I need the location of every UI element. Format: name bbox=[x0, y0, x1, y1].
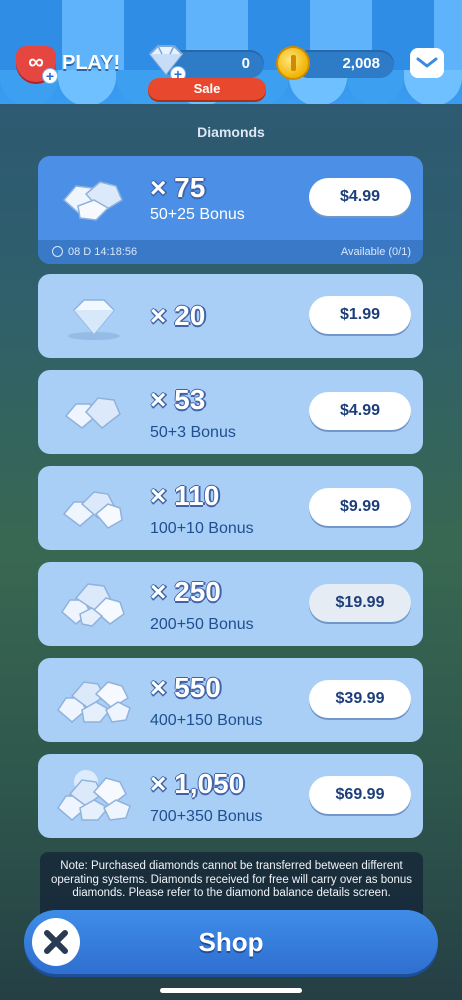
offer-bonus: 400+150 Bonus bbox=[150, 712, 263, 729]
shop-bar: Shop bbox=[24, 910, 438, 974]
offer-card[interactable]: × 20 $1.99 bbox=[38, 274, 423, 358]
offer-quantity: × 550 bbox=[150, 672, 221, 703]
diamond-pile-icon bbox=[62, 181, 123, 221]
diamond-pile-icon bbox=[64, 397, 121, 429]
envelope-icon bbox=[416, 57, 438, 68]
diamond-pile-icon bbox=[62, 491, 123, 529]
coin-balance: 2,008 bbox=[342, 55, 380, 72]
offer-quantity: × 20 bbox=[150, 300, 206, 331]
close-icon bbox=[44, 930, 68, 954]
offer-card[interactable]: × 1,050 700+350 Bonus $69.99 bbox=[38, 754, 423, 838]
coin-icon bbox=[276, 46, 310, 80]
offer-bonus: 50+25 Bonus bbox=[150, 206, 245, 223]
buy-button[interactable]: $39.99 bbox=[309, 680, 411, 718]
add-hearts-icon[interactable]: + bbox=[42, 68, 58, 84]
offer-quantity: × 1,050 bbox=[150, 768, 245, 799]
diamond-pile-icon bbox=[57, 770, 131, 821]
offer-card[interactable]: × 250 200+50 Bonus $19.99 bbox=[38, 562, 423, 646]
shop-title: Shop bbox=[198, 927, 264, 957]
close-button[interactable] bbox=[32, 918, 80, 966]
offer-timer: 08 D 14:18:56 bbox=[52, 246, 137, 258]
diamond-icon bbox=[68, 299, 120, 340]
offer-bonus: 100+10 Bonus bbox=[150, 520, 254, 537]
infinity-symbol: ∞ bbox=[28, 49, 44, 74]
offer-quantity: × 53 bbox=[150, 384, 206, 415]
sale-badge: Sale bbox=[148, 78, 266, 100]
buy-button[interactable]: $69.99 bbox=[309, 776, 411, 814]
timer-text: 08 D 14:18:56 bbox=[68, 246, 138, 258]
play-label: PLAY! bbox=[62, 52, 121, 74]
buy-button[interactable]: $1.99 bbox=[309, 296, 411, 334]
offer-card[interactable]: × 53 50+3 Bonus $4.99 bbox=[38, 370, 423, 454]
offer-quantity: × 110 bbox=[150, 480, 220, 511]
home-indicator[interactable] bbox=[160, 988, 302, 993]
offer-bonus: 50+3 Bonus bbox=[150, 424, 236, 441]
mail-button[interactable] bbox=[410, 48, 444, 78]
offer-quantity: × 75 bbox=[150, 172, 206, 203]
availability-text: Available (0/1) bbox=[340, 246, 411, 258]
buy-button[interactable]: $9.99 bbox=[309, 488, 411, 526]
heart-icon[interactable]: ∞ + bbox=[16, 46, 58, 84]
offer-quantity: × 250 bbox=[150, 576, 221, 607]
diamond-pile-icon bbox=[57, 681, 131, 723]
section-title: Diamonds bbox=[197, 124, 265, 140]
diamond-balance: 0 bbox=[241, 55, 250, 72]
clock-icon bbox=[52, 246, 63, 257]
buy-button[interactable]: $4.99 bbox=[309, 392, 411, 430]
offer-card[interactable]: × 110 100+10 Bonus $9.99 bbox=[38, 466, 423, 550]
offer-card[interactable]: × 550 400+150 Bonus $39.99 bbox=[38, 658, 423, 742]
offer-bonus: 200+50 Bonus bbox=[150, 616, 254, 633]
buy-button[interactable]: $4.99 bbox=[309, 178, 411, 216]
featured-offer-card[interactable]: × 75 50+25 Bonus $4.99 08 D 14:18:56 Ava… bbox=[38, 156, 423, 264]
featured-offer-footer: 08 D 14:18:56 Available (0/1) bbox=[38, 240, 423, 264]
offer-bonus: 700+350 Bonus bbox=[150, 808, 263, 825]
buy-button[interactable]: $19.99 bbox=[309, 584, 411, 622]
diamond-pile-icon bbox=[61, 583, 125, 627]
